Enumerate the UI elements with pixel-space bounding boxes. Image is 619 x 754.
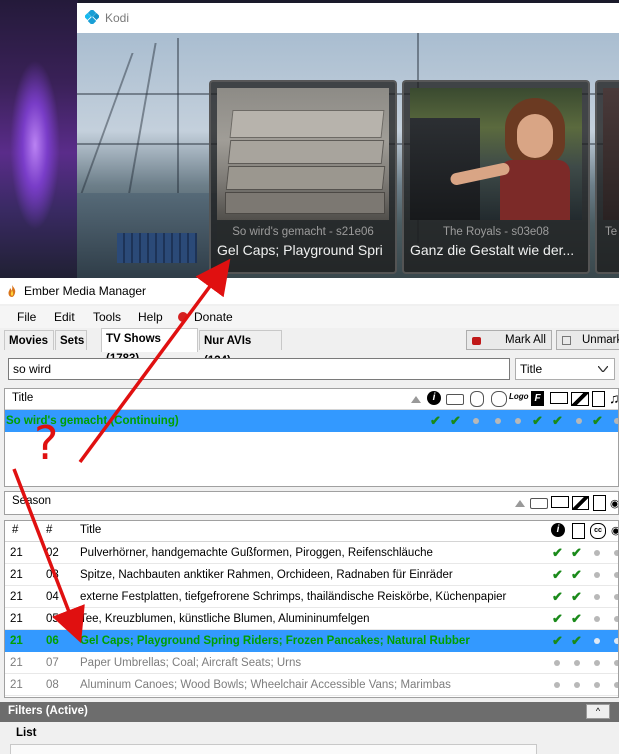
arrow-to-kodi-icon [78, 258, 231, 464]
question-mark-annotation: ? [34, 416, 59, 470]
arrow-to-episode-icon [12, 468, 85, 644]
annotation-arrows [12, 258, 231, 644]
